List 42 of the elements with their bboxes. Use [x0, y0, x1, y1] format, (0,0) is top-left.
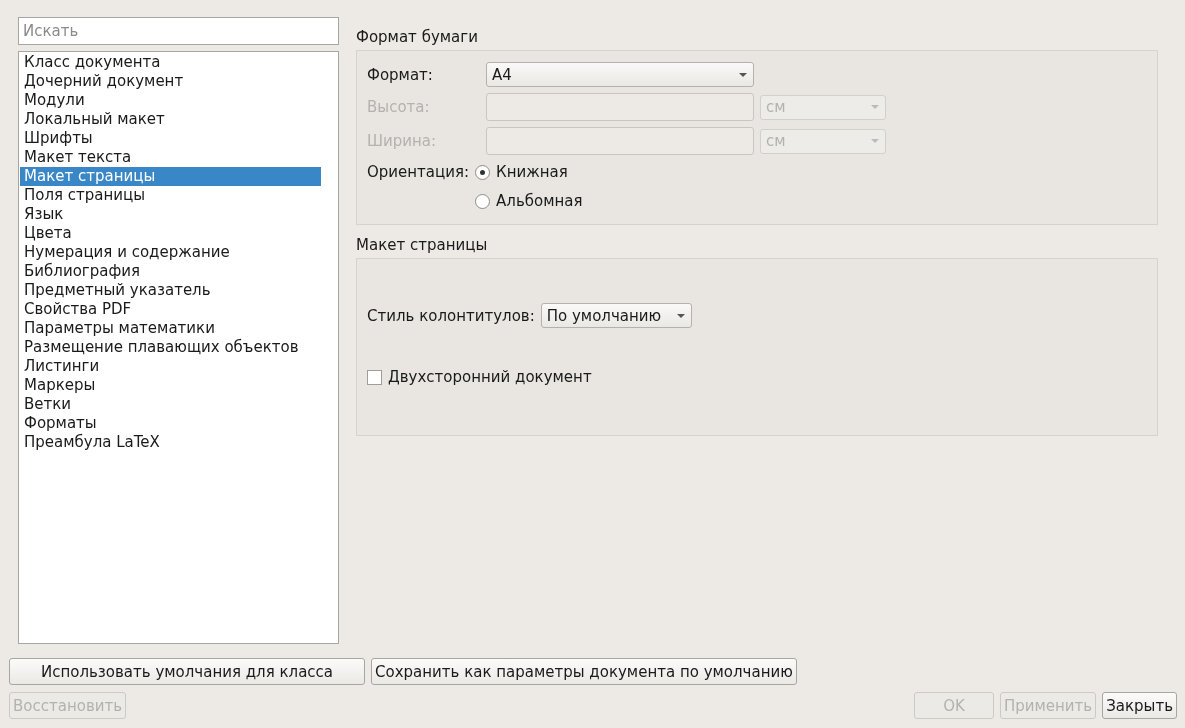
- sidebar-item[interactable]: Локальный макет: [20, 110, 321, 129]
- header-style-dropdown[interactable]: По умолчанию: [540, 303, 692, 328]
- dialog-button[interactable]: Использовать умолчания для класса: [9, 658, 365, 685]
- sidebar-item[interactable]: Преамбула LaTeX: [20, 433, 321, 452]
- radio-label: Книжная: [496, 163, 568, 181]
- search-field[interactable]: Искать: [18, 17, 339, 45]
- sidebar-item[interactable]: Параметры математики: [20, 319, 321, 338]
- dialog-button[interactable]: Закрыть: [1102, 692, 1177, 719]
- sidebar-item[interactable]: Маркеры: [20, 376, 321, 395]
- sidebar-item[interactable]: Макет страницы: [20, 167, 321, 186]
- caret-icon: [871, 105, 879, 109]
- sidebar-item[interactable]: Ветки: [20, 395, 321, 414]
- dialog-button[interactable]: Сохранить как параметры документа по умолчанию: [371, 658, 797, 685]
- sidebar-item[interactable]: Библиография: [20, 262, 321, 281]
- checkbox-label: Двухсторонний документ: [388, 368, 592, 386]
- radio-label: Альбомная: [496, 192, 583, 210]
- group-title: Макет страницы: [356, 236, 489, 256]
- group-title: Формат бумаги: [356, 28, 479, 48]
- caret-icon: [739, 72, 747, 77]
- radio-option[interactable]: Альбомная: [475, 192, 583, 210]
- field-label: Формат:: [367, 65, 434, 84]
- sidebar-item[interactable]: Свойства PDF: [20, 300, 321, 319]
- checkbox-option[interactable]: Двухсторонний документ: [367, 368, 1147, 386]
- sidebar-item[interactable]: Макет текста: [20, 148, 321, 167]
- sidebar-item[interactable]: Класс документа: [20, 53, 321, 72]
- sidebar-item[interactable]: Шрифты: [20, 129, 321, 148]
- sidebar-item[interactable]: Язык: [20, 205, 321, 224]
- sidebar-item[interactable]: Размещение плавающих объектов: [20, 338, 321, 357]
- caret-icon: [676, 313, 685, 318]
- sidebar-item[interactable]: Цвета: [20, 224, 321, 243]
- sidebar-item[interactable]: Нумерация и содержание: [20, 243, 321, 262]
- sidebar-item[interactable]: Модули: [20, 91, 321, 110]
- field-label: Стиль колонтитулов:: [367, 306, 535, 325]
- format-dropdown[interactable]: A4: [486, 62, 754, 87]
- field-label: Ориентация:: [367, 163, 470, 183]
- radio-option[interactable]: Книжная: [475, 163, 583, 181]
- sidebar-item[interactable]: Дочерний документ: [20, 72, 321, 91]
- sidebar-item[interactable]: Поля страницы: [20, 186, 321, 205]
- sidebar-item[interactable]: Форматы: [20, 414, 321, 433]
- sidebar-item[interactable]: Предметный указатель: [20, 281, 321, 300]
- sidebar-item[interactable]: Листинги: [20, 357, 321, 376]
- caret-icon: [871, 139, 879, 143]
